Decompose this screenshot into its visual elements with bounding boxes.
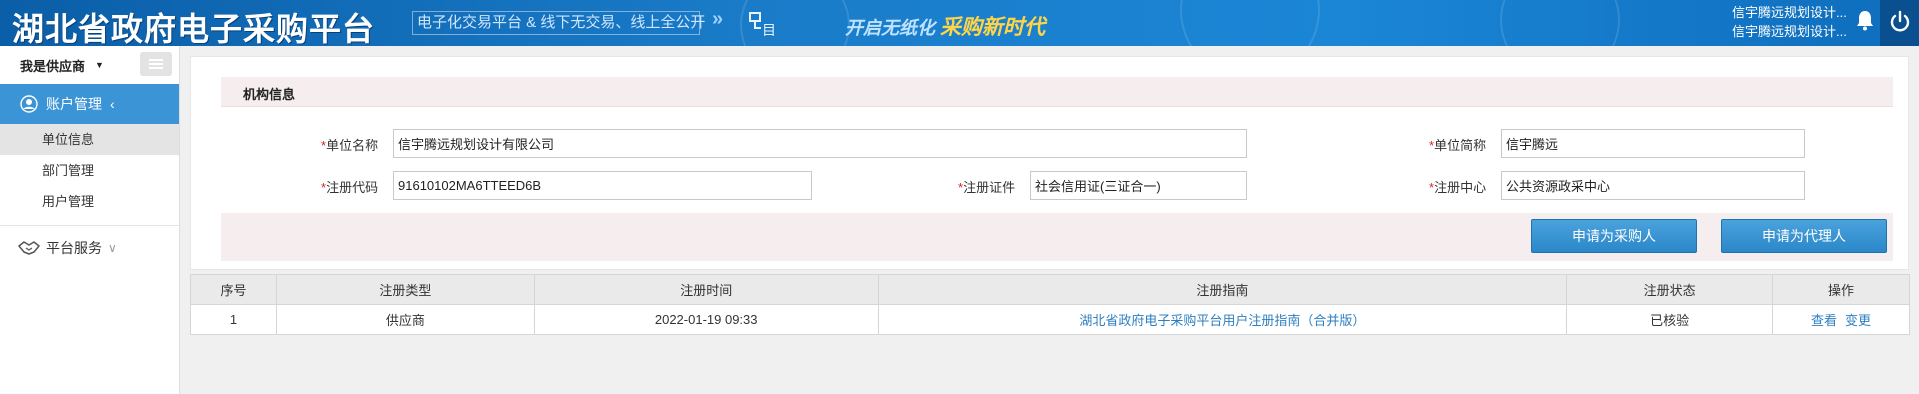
logout-button[interactable]: [1880, 0, 1919, 46]
cell-time: 2022-01-19 09:33: [533, 304, 879, 335]
decor-circle: [1180, 0, 1320, 46]
section-header: 机构信息: [221, 77, 1893, 107]
reg-center-field[interactable]: [1501, 171, 1805, 200]
user-circle-icon: [20, 95, 38, 113]
svg-text:目: 目: [762, 23, 776, 38]
short-name-field[interactable]: [1501, 129, 1805, 158]
slogan-new-era: 开启无纸化 采购新时代: [845, 11, 1045, 41]
cell-guide: 湖北省政府电子采购平台用户注册指南（合并版）: [877, 304, 1568, 335]
paperless-icon: 目: [749, 12, 776, 38]
sidebar-item-label: 平台服务: [46, 240, 102, 256]
caret-down-icon: ▼: [95, 60, 104, 70]
registration-guide-link[interactable]: 湖北省政府电子采购平台用户注册指南（合并版）: [1079, 313, 1365, 328]
sidebar-item-platform-services[interactable]: 平台服务 ∨: [0, 226, 179, 270]
org-info-card: 机构信息 *单位名称 *单位简称 *注册代码 *注册证件 *注册中心 申请为采购…: [190, 56, 1909, 270]
table-row: 1 供应商 2022-01-19 09:33 湖北省政府电子采购平台用户注册指南…: [190, 304, 1910, 335]
reg-cert-label: *注册证件: [958, 180, 1016, 195]
user-name-line1: 信宇腾远规划设计...: [1732, 5, 1847, 20]
unit-name-label: *单位名称: [321, 138, 379, 153]
col-header-guide: 注册指南: [877, 274, 1568, 305]
slogan2-highlight: 采购新时代: [940, 16, 1046, 39]
slogan2-prefix: 开启无纸化: [845, 18, 935, 38]
power-icon: [1890, 10, 1910, 32]
view-link[interactable]: 查看: [1811, 313, 1837, 328]
change-link[interactable]: 变更: [1845, 313, 1871, 328]
reg-code-label: *注册代码: [321, 180, 379, 195]
user-info[interactable]: 信宇腾远规划设计... 信宇腾远规划设计...: [1732, 3, 1872, 41]
sidebar-subitem-users[interactable]: 用户管理: [0, 186, 179, 217]
cell-status: 已核验: [1566, 304, 1774, 335]
bell-icon[interactable]: [1854, 8, 1876, 32]
platform-title: 湖北省政府电子采购平台: [12, 10, 376, 46]
registration-table: 序号 注册类型 注册时间 注册指南 注册状态 操作 1 供应商 2022-01-…: [190, 274, 1910, 335]
col-header-time: 注册时间: [533, 274, 879, 305]
top-header: 湖北省政府电子采购平台 电子化交易平台 & 线下无交易、线上全公开 » 目 开启…: [0, 0, 1919, 46]
sidebar: 我是供应商 ▼ 账户管理 ‹ 单位信息 部门管理 用户管理 平台服务 ∨: [0, 46, 180, 394]
sidebar-subitem-unit-info[interactable]: 单位信息: [0, 124, 179, 155]
col-header-actions: 操作: [1772, 274, 1910, 305]
sidebar-item-label: 账户管理: [46, 96, 102, 112]
decor-circle: [1500, 0, 1620, 46]
reg-code-field[interactable]: [393, 171, 812, 200]
sidebar-subitem-department[interactable]: 部门管理: [0, 155, 179, 186]
cell-index: 1: [190, 304, 277, 335]
unit-name-field[interactable]: [393, 129, 1247, 158]
double-chevron-icon: »: [712, 8, 723, 30]
chevron-down-icon: ∨: [108, 241, 117, 255]
sidebar-item-account[interactable]: 账户管理 ‹: [0, 84, 179, 124]
handshake-icon: [18, 241, 40, 255]
col-header-index: 序号: [190, 274, 277, 305]
section-title: 机构信息: [243, 87, 296, 102]
table-header-row: 序号 注册类型 注册时间 注册指南 注册状态 操作: [190, 274, 1910, 305]
cell-type: 供应商: [275, 304, 535, 335]
menu-toggle-button[interactable]: [140, 52, 172, 76]
user-name-line2: 信宇腾远规划设计...: [1732, 24, 1847, 39]
cell-actions: 查看 变更: [1772, 304, 1910, 335]
apply-agent-button[interactable]: 申请为代理人: [1721, 219, 1887, 253]
col-header-status: 注册状态: [1566, 274, 1774, 305]
reg-center-label: *注册中心: [1429, 180, 1487, 195]
chevron-left-icon: ‹: [110, 96, 115, 112]
slogan-text: 电子化交易平台 & 线下无交易、线上全公开: [412, 11, 705, 35]
col-header-type: 注册类型: [275, 274, 535, 305]
short-name-label: *单位简称: [1429, 138, 1487, 153]
role-label: 我是供应商: [20, 58, 86, 74]
apply-purchaser-button[interactable]: 申请为采购人: [1531, 219, 1697, 253]
reg-cert-field[interactable]: [1030, 171, 1247, 200]
